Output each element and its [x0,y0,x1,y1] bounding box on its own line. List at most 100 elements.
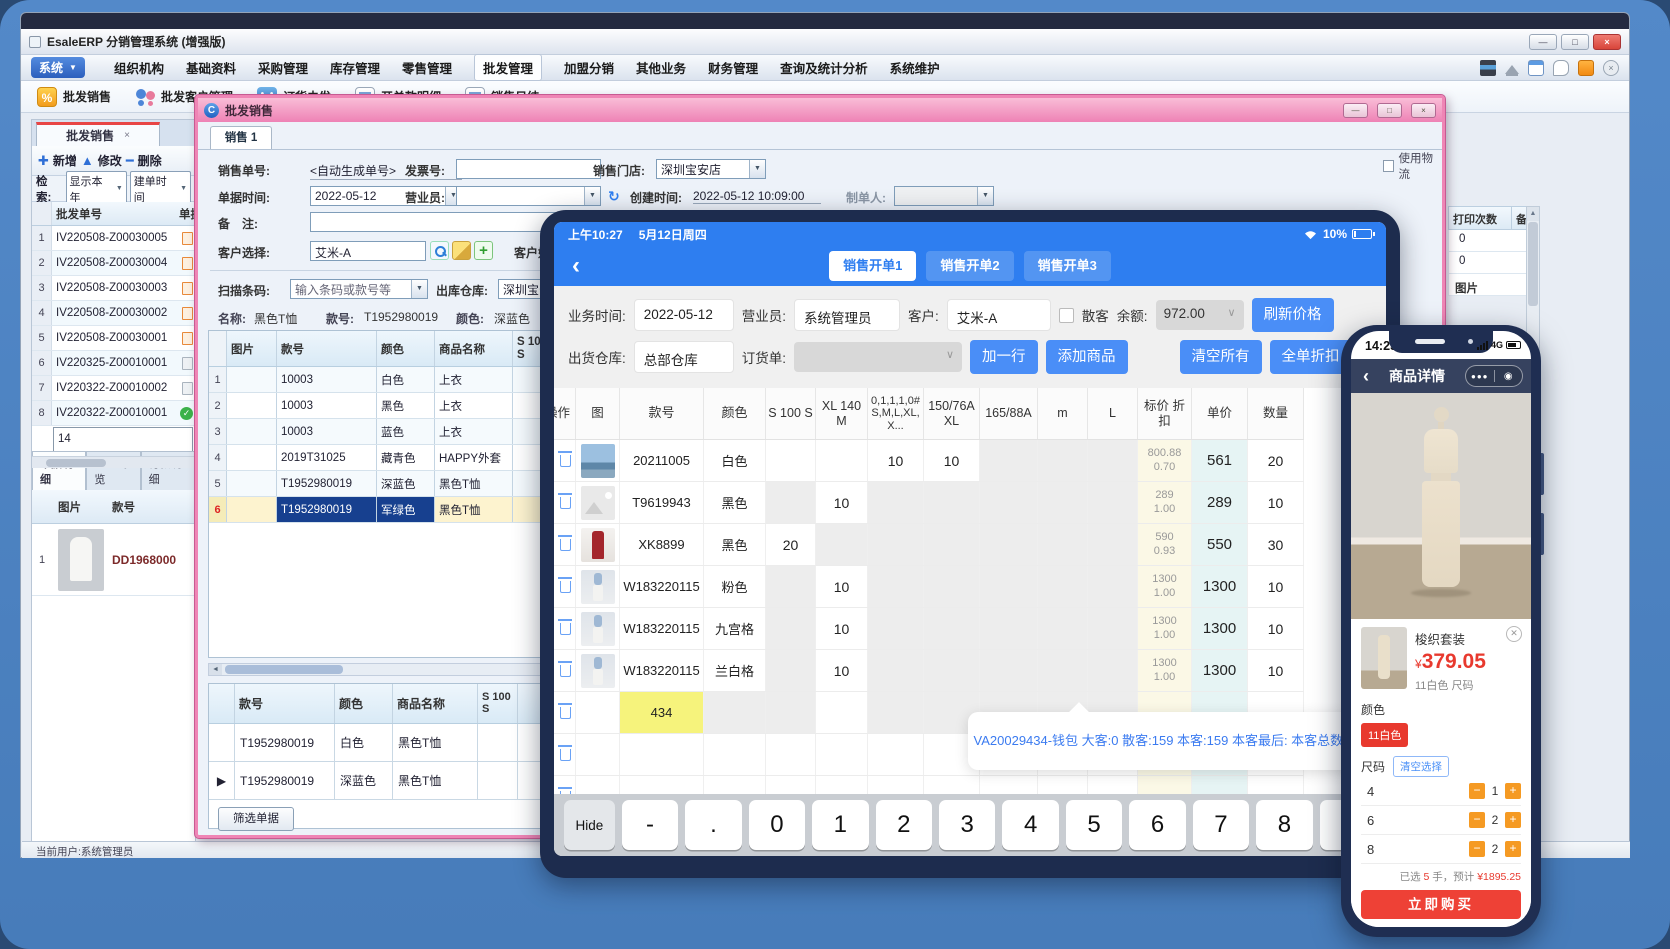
trash-icon[interactable] [560,497,571,509]
message-icon[interactable] [1553,60,1569,76]
qty-cell[interactable]: 10 [1248,650,1304,691]
grid-cell[interactable]: 10 [816,566,868,607]
trash-icon[interactable] [560,539,571,551]
color-chip[interactable]: 11白色 [1361,723,1408,747]
trash-icon[interactable] [560,455,571,467]
trash-icon[interactable] [560,623,571,635]
price-cell[interactable]: 289 [1192,482,1248,523]
calendar-icon[interactable] [1528,60,1544,76]
search-icon[interactable] [430,241,449,260]
item-row[interactable]: ✎ T9619943 黑色 10 2891.00 289 10 [554,482,1304,524]
list-row[interactable]: 6IV220325-Z00010001 [32,351,195,376]
menu-system[interactable]: 系统▼ [31,57,85,78]
keypad-5[interactable]: 5 [1066,800,1122,850]
lock-icon[interactable] [1578,60,1594,76]
qty-cell[interactable]: 30 [1248,524,1304,565]
item-row[interactable]: ✎ W183220115 九宫格 10 13001.00 1300 10 [554,608,1304,650]
grid-cell[interactable]: 10 [816,608,868,649]
clear-broom-icon[interactable] [452,241,471,260]
list-row[interactable]: 2IV220508-Z00030004 [32,251,195,276]
list-row[interactable]: 3IV220508-Z00030003 [32,276,195,301]
keypad-6[interactable]: 6 [1129,800,1185,850]
biz-date-input[interactable]: 2022-05-12 [634,299,734,331]
minus-button[interactable]: − [1469,841,1485,857]
use-logistics-checkbox[interactable]: 使用物流 [1383,150,1442,182]
delete-button[interactable]: 删除 [138,152,162,169]
filter-orders-button[interactable]: 筛选单据 [218,807,294,831]
price-cell[interactable]: 1300 [1192,650,1248,691]
tab-sale-1[interactable]: 销售开单1 [829,251,916,281]
trash-icon[interactable] [560,707,571,719]
keypad-dot[interactable]: . [685,800,741,850]
detail-row[interactable]: 1 DD1968000 [32,524,195,596]
list-row[interactable]: 8IV220322-Z00010001✓ [32,401,195,426]
plus-button[interactable]: + [1505,783,1521,799]
item-row[interactable]: ✎ [554,776,1304,794]
close-button[interactable]: × [1593,34,1621,50]
grid-row[interactable]: 310003蓝色上衣 [209,419,597,445]
grid-row[interactable]: 110003白色上衣 [209,367,597,393]
close-circle-icon[interactable]: ◉ [1495,371,1523,382]
close-circle-icon[interactable]: × [1603,60,1619,76]
keypad-8[interactable]: 8 [1256,800,1312,850]
minus-button[interactable]: − [1469,812,1485,828]
price-cell[interactable]: 561 [1192,440,1248,481]
menu-item-purchase[interactable]: 采购管理 [258,58,308,77]
scroll-thumb[interactable] [46,459,106,467]
menu-item-retail[interactable]: 零售管理 [402,58,452,77]
add-row-button[interactable]: 加一行 [970,340,1038,374]
menu-item-franchise[interactable]: 加盟分销 [564,58,614,77]
qty-cell[interactable]: 10 [1248,566,1304,607]
keypad-1[interactable]: 1 [812,800,868,850]
clerk-select[interactable]: ▼ [456,186,601,206]
menu-item-stock[interactable]: 库存管理 [330,58,380,77]
add-button[interactable]: 新增 [53,152,77,169]
keypad-3[interactable]: 3 [939,800,995,850]
scroll-up-icon[interactable]: ▲ [1527,207,1539,221]
tab-sale-2[interactable]: 销售开单2 [926,251,1013,281]
keypad-4[interactable]: 4 [1002,800,1058,850]
customer-input[interactable]: 艾米-A [310,241,426,261]
order-select[interactable]: ∨ [794,342,962,372]
checkbox-icon[interactable] [1383,160,1394,172]
grid-cell[interactable]: 10 [816,482,868,523]
menu-item-finance[interactable]: 财务管理 [708,58,758,77]
qty-cell[interactable]: 20 [1248,440,1304,481]
grid-cell[interactable]: 10 [816,650,868,691]
grid-row[interactable]: ▶T1952980019深蓝色黑色T恤 [209,762,597,800]
item-row[interactable]: ✎ W183220115 兰白格 10 13001.00 1300 10 [554,650,1304,692]
grid-row[interactable]: T1952980019白色黑色T恤 [209,724,597,762]
keypad-2[interactable]: 2 [876,800,932,850]
refresh-price-button[interactable]: 刷新价格 [1252,298,1334,332]
keypad-0[interactable]: 0 [749,800,805,850]
walkin-checkbox[interactable] [1059,308,1074,323]
grid-cell[interactable] [816,440,868,481]
scroll-thumb[interactable] [1528,222,1538,306]
list-row[interactable]: 1IV220508-Z00030005 [32,226,195,251]
refresh-icon[interactable]: ↻ [608,188,620,205]
list-row[interactable]: 5IV220508-Z00030001 [32,326,195,351]
device-icon[interactable] [1480,60,1496,76]
close-icon[interactable]: ✕ [1506,626,1522,642]
plus-button[interactable]: + [1505,841,1521,857]
keypad-7[interactable]: 7 [1193,800,1249,850]
add-customer-icon[interactable]: + [474,241,493,260]
balance-select[interactable]: 972.00∨ [1156,300,1244,330]
list-row[interactable]: 7IV220322-Z00010002 [32,376,195,401]
grid-row[interactable]: 5T1952980019深蓝色黑色T恤 [209,471,597,497]
scroll-left-icon[interactable]: ◄ [209,664,222,675]
clear-selection-button[interactable]: 清空选择 [1393,756,1449,777]
tab-sale-3[interactable]: 销售开单3 [1024,251,1111,281]
qty-cell[interactable]: 10 [1248,482,1304,523]
maximize-button[interactable]: □ [1561,34,1589,50]
menu-item-org[interactable]: 组织机构 [114,58,164,77]
store-select[interactable]: 深圳宝安店▼ [656,159,766,179]
item-row[interactable]: ✎ XK8899 黑色 20 5900.93 550 30 [554,524,1304,566]
scan-select[interactable]: 输入条码或款号等▼ [290,279,428,299]
customer-input[interactable]: 艾米-A [947,299,1051,331]
menu-item-other[interactable]: 其他业务 [636,58,686,77]
dialog-minimize-button[interactable]: — [1343,103,1368,118]
menu-item-maintain[interactable]: 系统维护 [890,58,940,77]
grid-cell[interactable]: 10 [868,440,924,481]
edit-button[interactable]: 修改 [98,152,122,169]
